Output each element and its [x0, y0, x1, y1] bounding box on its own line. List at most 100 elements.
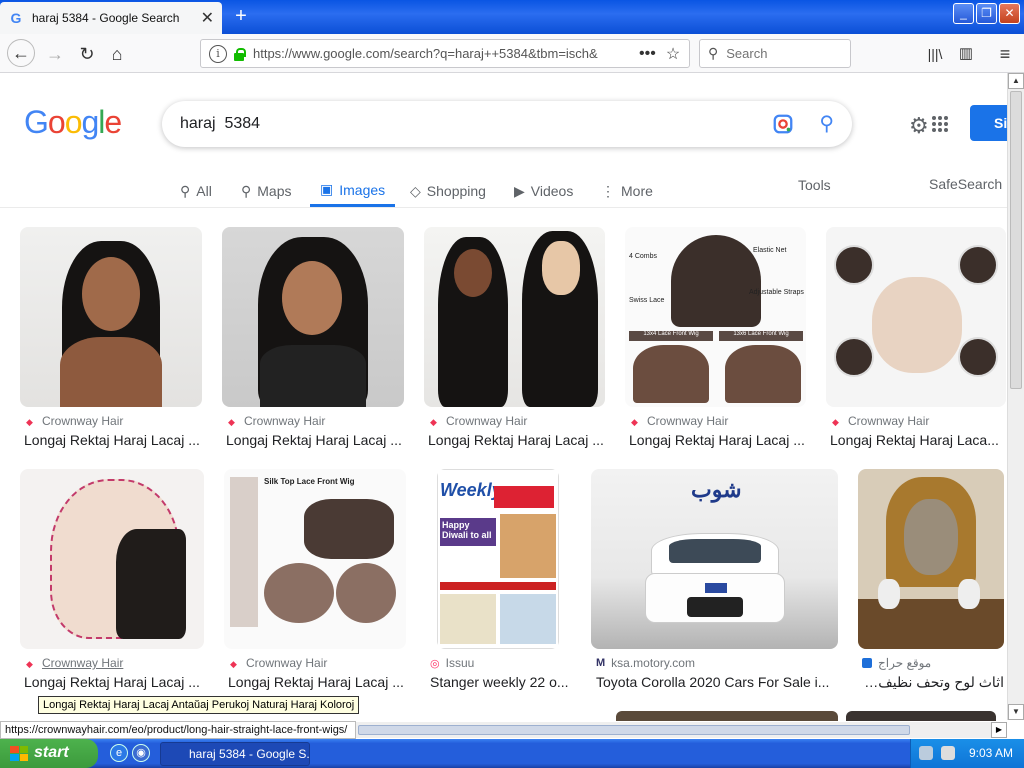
search-icon: ⚲	[708, 45, 719, 61]
internet-explorer-icon[interactable]: e	[110, 744, 128, 762]
result-caption[interactable]: اثاث لوح وتحف نظيف جدا !! ...	[862, 674, 1004, 691]
sidebar-icon[interactable]: ▥	[953, 41, 979, 67]
result-caption[interactable]: Longaj Rektaj Haraj Lacaj ...	[228, 674, 408, 690]
scroll-right-icon[interactable]: ▶	[991, 722, 1007, 738]
crownway-favicon-icon: ◆	[430, 417, 437, 427]
menu-icon[interactable]: ≡	[992, 41, 1018, 67]
result-caption[interactable]: Longaj Rektaj Haraj Lacaj ...	[24, 432, 204, 448]
crownway-favicon-icon: ◆	[228, 417, 235, 427]
result-image[interactable]	[424, 227, 605, 407]
search-placeholder: Search	[726, 46, 768, 61]
url-text[interactable]: https://www.google.com/search?q=haraj++5…	[253, 46, 633, 61]
result-image[interactable]: Weekly Happy Diwali to all	[437, 469, 559, 649]
window-titlebar: G haraj 5384 - Google Search ✕ + _ ❐ ✕	[0, 0, 1024, 34]
info-icon[interactable]: i	[209, 44, 227, 63]
result-image[interactable]	[20, 469, 204, 649]
crownway-favicon-icon: ◆	[832, 417, 839, 427]
result-caption[interactable]: Longaj Rektaj Haraj Lacaj ...	[24, 674, 204, 690]
close-tab-icon[interactable]: ✕	[201, 8, 214, 28]
result-source[interactable]: Mksa.motory.com	[596, 656, 695, 670]
tab-all[interactable]: ⚲ All	[180, 175, 212, 207]
issuu-favicon-icon: ◎	[430, 657, 440, 670]
result-caption[interactable]: Longaj Rektaj Haraj Lacaj ...	[226, 432, 406, 448]
maximize-button[interactable]: ❐	[976, 3, 997, 24]
clock: 9:03 AM	[969, 746, 1014, 760]
result-image[interactable]: شوب	[591, 469, 838, 649]
settings-gear-icon[interactable]: ⚙	[909, 113, 929, 139]
scroll-down-icon[interactable]: ▼	[1008, 704, 1024, 720]
volume-icon[interactable]	[941, 746, 955, 760]
search-query-text[interactable]: haraj 5384	[180, 115, 260, 133]
lock-icon	[233, 47, 246, 61]
firefox-quicklaunch-icon[interactable]: ◉	[132, 744, 150, 762]
address-bar[interactable]: i https://www.google.com/search?q=haraj+…	[200, 39, 690, 68]
crownway-favicon-icon: ◆	[230, 659, 237, 669]
image-icon: ▣	[320, 181, 334, 197]
crownway-favicon-icon: ◆	[631, 417, 638, 427]
map-pin-icon: ⚲	[241, 182, 252, 199]
search-tabs: ⚲ All ⚲ Maps ▣ Images ◇ Shopping ▶ Videos ⋮ Mo…	[0, 168, 1010, 208]
result-caption[interactable]: Toyota Corolla 2020 Cars For Sale i...	[596, 674, 832, 690]
result-source[interactable]: ◆ Crownway Hair	[26, 656, 123, 670]
result-caption[interactable]: Stanger weekly 22 o...	[430, 674, 576, 690]
back-arrow-icon[interactable]: ←	[7, 39, 35, 67]
result-source[interactable]: ◆ Crownway Hair	[228, 414, 325, 428]
horizontal-scrollbar-thumb[interactable]	[358, 725, 910, 735]
tab-images[interactable]: ▣ Images	[310, 175, 396, 207]
result-source[interactable]: ◆ Crownway Hair	[832, 414, 929, 428]
search-submit-icon[interactable]: ⚲	[819, 111, 834, 136]
google-logo[interactable]: Google	[24, 104, 122, 141]
result-image[interactable]: Silk Top Lace Front Wig	[224, 469, 406, 649]
home-icon[interactable]: ⌂	[104, 41, 130, 67]
result-source[interactable]: موقع حراج	[862, 656, 931, 670]
result-image-partial[interactable]	[616, 711, 838, 721]
result-caption[interactable]: Longaj Rektaj Haraj Laca...	[830, 432, 1006, 448]
system-tray: 9:03 AM	[910, 739, 1024, 768]
navigation-toolbar: ← → ↻ ⌂ i https://www.google.com/search?…	[0, 34, 1024, 73]
result-source[interactable]: ◆ Crownway Hair	[230, 656, 327, 670]
google-favicon-icon: G	[10, 10, 22, 26]
minimize-button[interactable]: _	[953, 3, 974, 24]
close-window-button[interactable]: ✕	[999, 3, 1020, 24]
result-image[interactable]	[858, 469, 1004, 649]
result-caption[interactable]: Longaj Rektaj Haraj Lacaj ...	[629, 432, 809, 448]
start-button[interactable]: start	[0, 739, 98, 768]
result-image[interactable]	[20, 227, 202, 407]
google-lens-icon[interactable]	[772, 113, 794, 135]
library-icon[interactable]: |||\	[922, 41, 948, 67]
scroll-up-icon[interactable]: ▲	[1008, 73, 1024, 89]
bookmark-star-icon[interactable]: ☆	[666, 44, 680, 64]
result-caption[interactable]: Longaj Rektaj Haraj Lacaj ...	[428, 432, 608, 448]
scrollbar-thumb[interactable]	[1010, 91, 1022, 389]
tools-button[interactable]: Tools	[798, 177, 831, 193]
link-tooltip: Longaj Rektaj Haraj Lacaj Antaŭaj Peruko…	[38, 696, 360, 714]
tab-shopping[interactable]: ◇ Shopping	[410, 175, 486, 207]
result-source[interactable]: ◆ Crownway Hair	[26, 414, 123, 428]
windows-logo-icon	[10, 746, 28, 761]
browser-search-box[interactable]: ⚲ Search	[699, 39, 851, 68]
play-icon: ▶	[514, 182, 525, 199]
reload-icon[interactable]: ↻	[74, 41, 100, 67]
result-source[interactable]: ◆ Crownway Hair	[631, 414, 728, 428]
result-image[interactable]	[222, 227, 404, 407]
taskbar-window-button[interactable]: haraj 5384 - Google S...	[160, 742, 310, 766]
tab-maps[interactable]: ⚲ Maps	[241, 175, 292, 207]
vertical-scrollbar[interactable]: ▲ ▼	[1007, 73, 1024, 720]
browser-tab[interactable]: G haraj 5384 - Google Search ✕	[0, 2, 222, 34]
result-source[interactable]: ◎ Issuu	[430, 656, 474, 670]
result-image-partial[interactable]	[846, 711, 996, 721]
keyboard-icon[interactable]	[919, 746, 933, 760]
forward-arrow-icon[interactable]: →	[42, 41, 68, 67]
tab-title: haraj 5384 - Google Search	[32, 11, 180, 25]
horizontal-scrollbar[interactable]: ▶	[356, 722, 1007, 738]
safesearch-button[interactable]: SafeSearch	[929, 176, 1002, 192]
page-actions-icon[interactable]: •••	[639, 45, 656, 63]
tab-videos[interactable]: ▶ Videos	[514, 175, 573, 207]
tab-more[interactable]: ⋮ More	[601, 175, 653, 207]
search-query-box[interactable]: haraj 5384 ⚲	[162, 101, 852, 147]
new-tab-icon[interactable]: +	[230, 6, 252, 28]
google-apps-icon[interactable]	[932, 116, 948, 132]
result-image[interactable]: 4 Combs Elastic Net Swiss Lace Adjustabl…	[625, 227, 806, 407]
result-source[interactable]: ◆ Crownway Hair	[430, 414, 527, 428]
result-image[interactable]	[826, 227, 1006, 407]
